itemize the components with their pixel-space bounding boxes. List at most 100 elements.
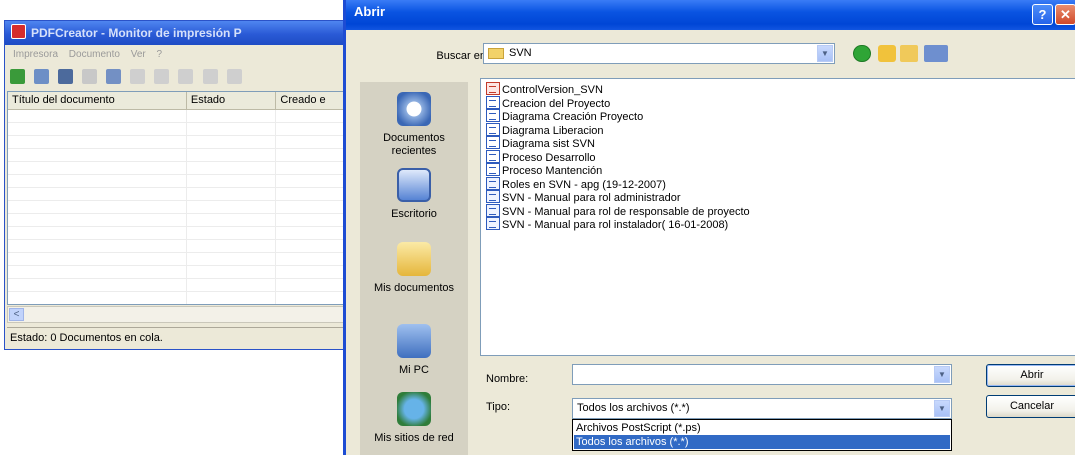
file-type-combo[interactable]: Todos los archivos (*.*) ▼ [572,398,952,419]
column-title[interactable]: Título del documento [8,92,187,109]
dialog-title-bar[interactable]: Abrir [346,0,1075,30]
file-type-dropdown-list: Archivos PostScript (*.ps) Todos los arc… [572,419,952,451]
menu-ver[interactable]: Ver [131,49,146,60]
empty-row [8,240,347,253]
empty-row [8,136,347,149]
file-name: Diagrama Liberacion [502,124,604,137]
file-doc-icon [486,190,500,203]
print-queue-table[interactable]: Título del documento Estado Creado e [7,91,348,305]
file-item[interactable]: Proceso Desarrollo [486,149,596,164]
views-menu-icon[interactable] [924,45,948,62]
close-button[interactable]: ✕ [1055,4,1075,25]
file-type-value: Todos los archivos (*.*) [577,402,690,414]
file-item[interactable]: Creacion del Proyecto [486,95,611,110]
move-up-icon[interactable] [178,69,194,84]
file-doc-icon [486,176,500,190]
add-document-icon[interactable] [106,69,122,84]
merge-icon[interactable] [130,69,146,84]
file-item[interactable]: Proceso Mantención [486,163,602,177]
empty-row [8,253,347,266]
look-in-combo[interactable]: SVN ▼ [483,43,835,64]
open-button[interactable]: Abrir [986,364,1075,387]
empty-row [8,110,347,123]
network-places-icon [397,392,431,426]
desktop-icon [397,168,431,202]
printer-icon[interactable] [10,69,25,84]
back-icon[interactable] [853,45,871,62]
place-recent-documents[interactable]: Documentos recientes [360,92,468,158]
settings-icon[interactable] [58,69,74,84]
file-item[interactable]: ControlVersion_SVN [486,82,603,96]
places-bar: Documentos recientes Escritorio Mis docu… [360,82,468,455]
place-my-documents[interactable]: Mis documentos [360,242,468,295]
empty-row [8,149,347,162]
file-name: Diagrama Creación Proyecto [502,111,644,123]
file-name: Proceso Mantención [502,165,603,177]
look-in-value: SVN [509,47,532,59]
pdfcreator-window: PDFCreator - Monitor de impresión P Impr… [4,20,349,350]
column-status[interactable]: Estado [187,92,277,109]
file-list[interactable]: ControlVersion_SVN Creacion del Proyecto D… [480,78,1075,356]
column-created[interactable]: Creado e [276,92,347,109]
recent-documents-icon [397,92,431,126]
delete-document-icon[interactable] [82,69,98,84]
empty-row [8,214,347,227]
file-ps-icon [486,122,500,136]
pdfcreator-title-bar[interactable]: PDFCreator - Monitor de impresión P [5,21,348,45]
file-ps-icon [486,95,500,109]
menu-documento[interactable]: Documento [69,49,120,60]
file-pdf-icon [486,82,500,95]
empty-row [8,201,347,214]
file-doc-icon [486,217,500,230]
file-name: Roles en SVN - apg (19-12-2007) [502,178,666,191]
empty-row [8,266,347,279]
move-top-icon[interactable] [154,69,170,84]
chevron-down-icon[interactable]: ▼ [934,400,950,417]
empty-row [8,279,347,292]
empty-row [8,292,347,304]
file-item[interactable]: SVN - Manual para rol administrador [486,190,681,204]
horizontal-scrollbar[interactable]: < [7,306,348,323]
file-item[interactable]: Roles en SVN - apg (19-12-2007) [486,176,666,191]
empty-row [8,188,347,201]
file-name: SVN - Manual para rol administrador [502,192,681,204]
type-option-postscript[interactable]: Archivos PostScript (*.ps) [574,421,950,435]
move-down-icon[interactable] [202,69,218,84]
new-folder-icon[interactable] [900,45,918,62]
file-name-label: Nombre: [486,373,529,385]
file-name: SVN - Manual para rol de responsable de … [502,205,750,218]
file-type-label: Tipo: [486,401,511,413]
document-icon[interactable] [34,69,50,84]
print-queue-header: Título del documento Estado Creado e [8,92,347,110]
pdfcreator-menu-bar: Impresora Documento Ver ? [5,47,348,63]
print-queue-rows [8,110,347,304]
file-item[interactable]: SVN - Manual para rol instalador( 16-01-… [486,217,728,231]
place-network[interactable]: Mis sitios de red [360,392,468,445]
file-ps-icon [486,136,500,149]
menu-help[interactable]: ? [157,49,163,60]
file-item[interactable]: Diagrama Liberacion [486,122,604,137]
empty-row [8,162,347,175]
chevron-down-icon[interactable]: ▼ [934,366,950,383]
help-button[interactable]: ? [1032,4,1053,25]
file-name: Creacion del Proyecto [502,97,611,110]
status-bar: Estado: 0 Documentos en cola. [7,327,348,347]
menu-impresora[interactable]: Impresora [13,49,58,60]
scroll-left-icon[interactable]: < [9,308,24,321]
place-label: Mis documentos [373,282,455,294]
empty-row [8,227,347,240]
file-item[interactable]: Diagrama Creación Proyecto [486,109,643,123]
cancel-button[interactable]: Cancelar [986,395,1075,418]
file-ps-icon [486,109,500,122]
up-folder-icon[interactable] [878,45,896,62]
chevron-down-icon[interactable]: ▼ [817,45,833,62]
type-option-all-files[interactable]: Todos los archivos (*.*) [574,435,950,449]
place-desktop[interactable]: Escritorio [360,168,468,221]
file-item[interactable]: SVN - Manual para rol de responsable de … [486,203,750,218]
my-computer-icon [397,324,431,358]
place-my-computer[interactable]: Mi PC [360,324,468,377]
file-name-combo[interactable]: ▼ [572,364,952,385]
move-bottom-icon[interactable] [226,69,242,84]
file-item[interactable]: Diagrama sist SVN [486,136,595,150]
empty-row [8,175,347,188]
